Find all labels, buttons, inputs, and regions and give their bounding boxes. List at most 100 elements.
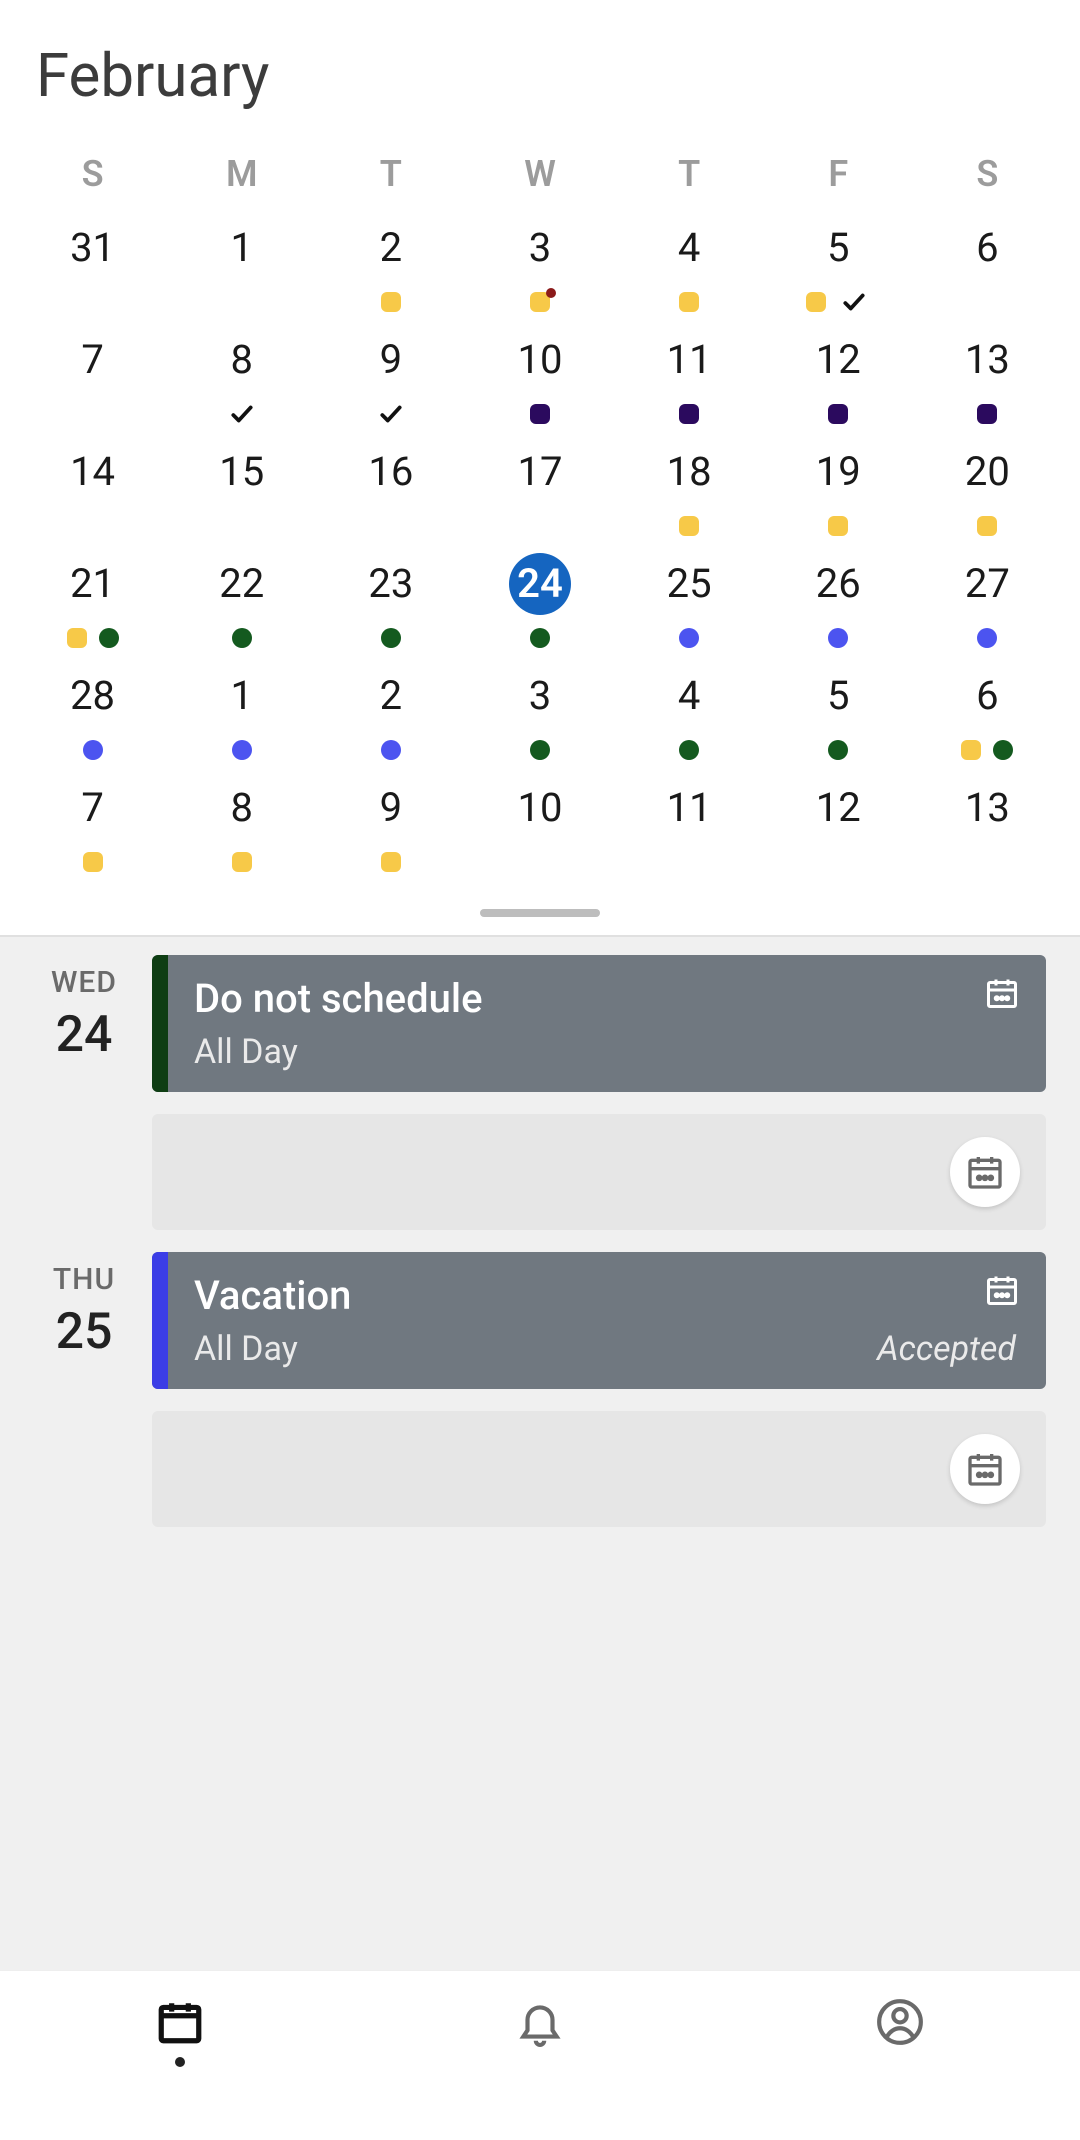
day-cell[interactable]: 22 [167,545,316,657]
day-cell[interactable]: 24 [465,545,614,657]
day-cell[interactable]: 20 [913,433,1062,545]
day-cell[interactable]: 3 [465,657,614,769]
day-cell[interactable]: 21 [18,545,167,657]
nav-profile[interactable] [860,1997,940,2047]
day-cell[interactable]: 6 [913,657,1062,769]
month-title: February [0,0,1080,139]
day-cell[interactable]: 8 [167,321,316,433]
day-cell[interactable]: 25 [615,545,764,657]
day-dots [679,289,699,315]
event-dot-icon [679,516,699,536]
day-cell[interactable]: 5 [764,657,913,769]
day-number: 2 [360,665,422,727]
day-cell[interactable]: 18 [615,433,764,545]
day-number: 9 [360,777,422,839]
day-cell[interactable]: 2 [316,657,465,769]
event-dot-icon [232,740,252,760]
day-cell[interactable]: 12 [764,321,913,433]
event-dot-icon [530,740,550,760]
event-dot-icon [977,404,997,424]
event-dot-icon [99,628,119,648]
day-cell[interactable]: 1 [167,657,316,769]
event-dot-icon [993,740,1013,760]
day-cell[interactable]: 11 [615,769,764,881]
day-cell[interactable]: 26 [764,545,913,657]
day-cell[interactable]: 15 [167,433,316,545]
event-subtext: All Day [194,1329,298,1369]
event-card[interactable]: VacationAll DayAccepted [152,1252,1046,1389]
event-dot-icon [828,404,848,424]
day-cell[interactable]: 9 [316,769,465,881]
day-number: 20 [956,441,1018,503]
day-number: 6 [956,665,1018,727]
event-dot-icon [977,516,997,536]
day-cell[interactable]: 9 [316,321,465,433]
event-dot-icon [381,292,401,312]
day-number: 14 [62,441,124,503]
event-dot-icon [530,628,550,648]
day-cell[interactable]: 7 [18,321,167,433]
day-cell[interactable]: 19 [764,433,913,545]
day-cell[interactable]: 28 [18,657,167,769]
day-cell[interactable]: 14 [18,433,167,545]
nav-alerts[interactable] [500,1997,580,2047]
day-number: 5 [807,217,869,279]
dow-label: M [167,139,316,209]
day-number: 13 [956,329,1018,391]
day-cell[interactable]: 31 [18,209,167,321]
event-dot-icon [828,628,848,648]
day-number: 8 [211,777,273,839]
day-cell[interactable]: 13 [913,321,1062,433]
day-dots [381,625,401,651]
day-dots [530,625,550,651]
day-cell[interactable]: 27 [913,545,1062,657]
day-cell[interactable]: 11 [615,321,764,433]
day-number: 11 [658,329,720,391]
day-dots [530,737,550,763]
day-cell[interactable]: 5 [764,209,913,321]
day-cell[interactable]: 10 [465,321,614,433]
day-number: 4 [658,665,720,727]
day-number: 26 [807,553,869,615]
day-cell[interactable]: 23 [316,545,465,657]
day-cell[interactable]: 1 [167,209,316,321]
day-dots [232,849,252,875]
day-cell[interactable]: 2 [316,209,465,321]
day-number: 18 [658,441,720,503]
day-cell[interactable]: 4 [615,657,764,769]
day-cell[interactable]: 6 [913,209,1062,321]
event-dot-icon [806,292,826,312]
day-cell[interactable]: 16 [316,433,465,545]
checkmark-icon [838,289,870,315]
week-row: 14 1516 17 18 19 20 [18,433,1062,545]
nav-calendar[interactable] [140,1997,220,2067]
day-cell[interactable]: 4 [615,209,764,321]
day-number: 31 [62,217,124,279]
event-card[interactable]: Do not scheduleAll Day [152,955,1046,1092]
day-number: 17 [509,441,571,503]
schedule-icon[interactable] [950,1434,1020,1504]
day-cell[interactable]: 8 [167,769,316,881]
dow-row: SMTWTFS [18,139,1062,209]
day-cell[interactable]: 3 [465,209,614,321]
day-cell[interactable]: 17 [465,433,614,545]
day-number: 8 [211,329,273,391]
day-cell[interactable]: 7 [18,769,167,881]
day-number: 7 [62,777,124,839]
event-subtext: All Day [194,1032,298,1072]
day-number: 12 [807,329,869,391]
schedule-icon[interactable] [950,1137,1020,1207]
day-number: 10 [509,777,571,839]
day-cell[interactable]: 10 [465,769,614,881]
empty-slot-card[interactable] [152,1411,1046,1527]
day-number: 23 [360,553,422,615]
day-cell[interactable]: 13 [913,769,1062,881]
agenda-row: THU25VacationAll DayAccepted [34,1252,1046,1527]
day-dots [679,737,699,763]
day-cell[interactable]: 12 [764,769,913,881]
dow-label: T [316,139,465,209]
empty-slot-card[interactable] [152,1114,1046,1230]
drag-handle-icon[interactable] [480,909,600,917]
day-number: 13 [956,777,1018,839]
day-dots [679,513,699,539]
